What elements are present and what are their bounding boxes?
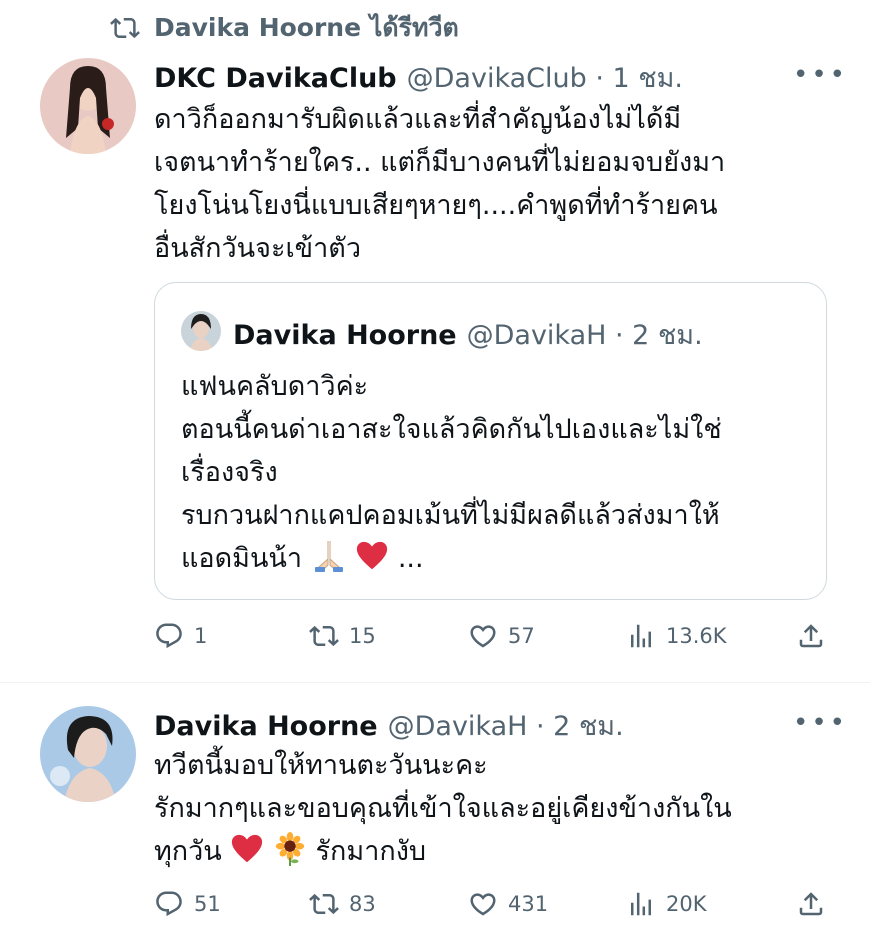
avatar-image	[40, 706, 136, 802]
tweet2-more-button[interactable]: •••	[793, 708, 848, 738]
tweet1-like-count: 57	[508, 624, 535, 648]
reply-icon	[156, 891, 182, 917]
tweet2-line: รักมากๆและขอบคุณที่เข้าใจและอยู่เคียงข้า…	[154, 793, 732, 824]
tweet2-reply-button[interactable]: 51	[154, 889, 221, 919]
tweet-divider	[0, 682, 870, 683]
tweet2-author-name[interactable]: Davika Hoorne	[154, 711, 378, 742]
tweet2-reply-count: 51	[194, 892, 221, 916]
views-icon	[631, 624, 651, 648]
heart-emoji-icon	[232, 834, 263, 863]
folded-hands-icon	[314, 541, 343, 572]
tweet1-reply-count: 1	[194, 624, 208, 648]
avatar-davikah[interactable]	[40, 706, 136, 802]
tweet2-line: รักมากงับ	[315, 836, 427, 867]
tweet2-retweet-button[interactable]: 83	[309, 889, 376, 919]
tweet2-share-button[interactable]	[796, 889, 836, 919]
reply-icon	[156, 623, 182, 649]
tweet1-more-button[interactable]: •••	[793, 60, 848, 90]
tweet1-like-button[interactable]: 57	[468, 621, 535, 651]
tweet1-views-count: 13.6K	[666, 624, 727, 648]
tweet1-header: DKC DavikaClub @DavikaClub · 1 ชม.	[154, 56, 683, 99]
quoted-tweet[interactable]: Davika Hoorne @DavikaH · 2 ชม. แฟนคลับดา…	[154, 282, 827, 600]
tweet1-actions: 1 15 57 13.6K	[154, 616, 834, 656]
quoted-avatar	[181, 311, 221, 351]
quoted-line: แฟนคลับดาวิค่ะ	[181, 371, 369, 402]
tweet1-reply-button[interactable]: 1	[154, 621, 207, 651]
sunflower-icon	[275, 832, 305, 866]
retweet-header[interactable]: Davika Hoorne ได้รีทวีต	[108, 8, 459, 48]
heart-emoji-icon	[357, 541, 388, 570]
tweet2-views-button[interactable]: 20K	[626, 889, 707, 919]
tweet2-header: Davika Hoorne @DavikaH · 2 ชม.	[154, 704, 624, 747]
quoted-line: รบกวนฝากแคปคอมเม้นที่ไม่มีผลดีแล้วส่งมาใ…	[181, 500, 720, 531]
tweet2-line: ทุกวัน	[154, 836, 222, 867]
tweet1-handle-time[interactable]: @DavikaClub · 1 ชม.	[407, 56, 683, 99]
tweet1-line: ดาวิก็ออกมารับผิดแล้วและที่สำคัญน้องไม่ไ…	[154, 104, 682, 135]
quoted-text: แฟนคลับดาวิค่ะ ตอนนี้คนด่าเอาสะใจแล้วคิด…	[181, 365, 811, 580]
quoted-ellipsis: ...	[397, 543, 424, 574]
tweet1-line: เจตนาทำร้ายใคร.. แต่ก็มีบางคนที่ไม่ยอมจบ…	[154, 147, 726, 178]
retweet-icon	[309, 893, 339, 915]
tweet1-text: ดาวิก็ออกมารับผิดแล้วและที่สำคัญน้องไม่ไ…	[154, 98, 834, 270]
tweet2-views-count: 20K	[666, 892, 707, 916]
tweet1-retweet-count: 15	[349, 624, 376, 648]
heart-icon	[470, 625, 496, 648]
tweet1-retweet-button[interactable]: 15	[309, 621, 376, 651]
tweet2-like-button[interactable]: 431	[468, 889, 548, 919]
tweet1-line: โยงโน่นโยงนี่แบบเสียๆหายๆ....คำพูดที่ทำร…	[154, 190, 718, 221]
quoted-handle-time: @DavikaH · 2 ชม.	[466, 320, 703, 351]
retweet-header-text: Davika Hoorne ได้รีทวีต	[154, 13, 459, 42]
retweet-icon	[309, 625, 339, 647]
quoted-avatar-image	[181, 311, 221, 351]
tweet2-text: ทวีตนี้มอบให้ทานตะวันนะคะ รักมากๆและขอบค…	[154, 744, 834, 873]
quoted-line: เรื่องจริง	[181, 457, 278, 488]
quoted-author-name: Davika Hoorne	[233, 320, 457, 351]
tweet2-last-line: ทุกวัน รักมากงับ	[154, 830, 834, 873]
tweet1-share-button[interactable]	[796, 621, 836, 651]
avatar-davikaclub[interactable]	[40, 58, 136, 154]
share-icon	[799, 624, 823, 648]
retweet-icon	[110, 17, 140, 39]
views-icon	[631, 892, 651, 916]
tweet2-line: ทวีตนี้มอบให้ทานตะวันนะคะ	[154, 750, 488, 781]
tweet2-like-count: 431	[508, 892, 549, 916]
quoted-header: Davika Hoorne @DavikaH · 2 ชม.	[233, 313, 703, 356]
tweet1-line: อื่นสักวันจะเข้าตัว	[154, 233, 361, 264]
quoted-last-line: แอดมินน้า ...	[181, 537, 811, 580]
tweet2-actions: 51 83 431 20K	[154, 884, 834, 924]
tweet2-retweet-count: 83	[349, 892, 376, 916]
quoted-line: ตอนนี้คนด่าเอาสะใจแล้วคิดกันไปเองและไม่ใ…	[181, 414, 722, 445]
share-icon	[799, 892, 823, 916]
avatar-image	[40, 58, 136, 154]
tweet1-views-button[interactable]: 13.6K	[626, 621, 727, 651]
tweet1-author-name[interactable]: DKC DavikaClub	[154, 63, 397, 94]
tweet2-handle-time[interactable]: @DavikaH · 2 ชม.	[388, 704, 624, 747]
quoted-line: แอดมินน้า	[181, 543, 303, 574]
heart-icon	[470, 893, 496, 916]
